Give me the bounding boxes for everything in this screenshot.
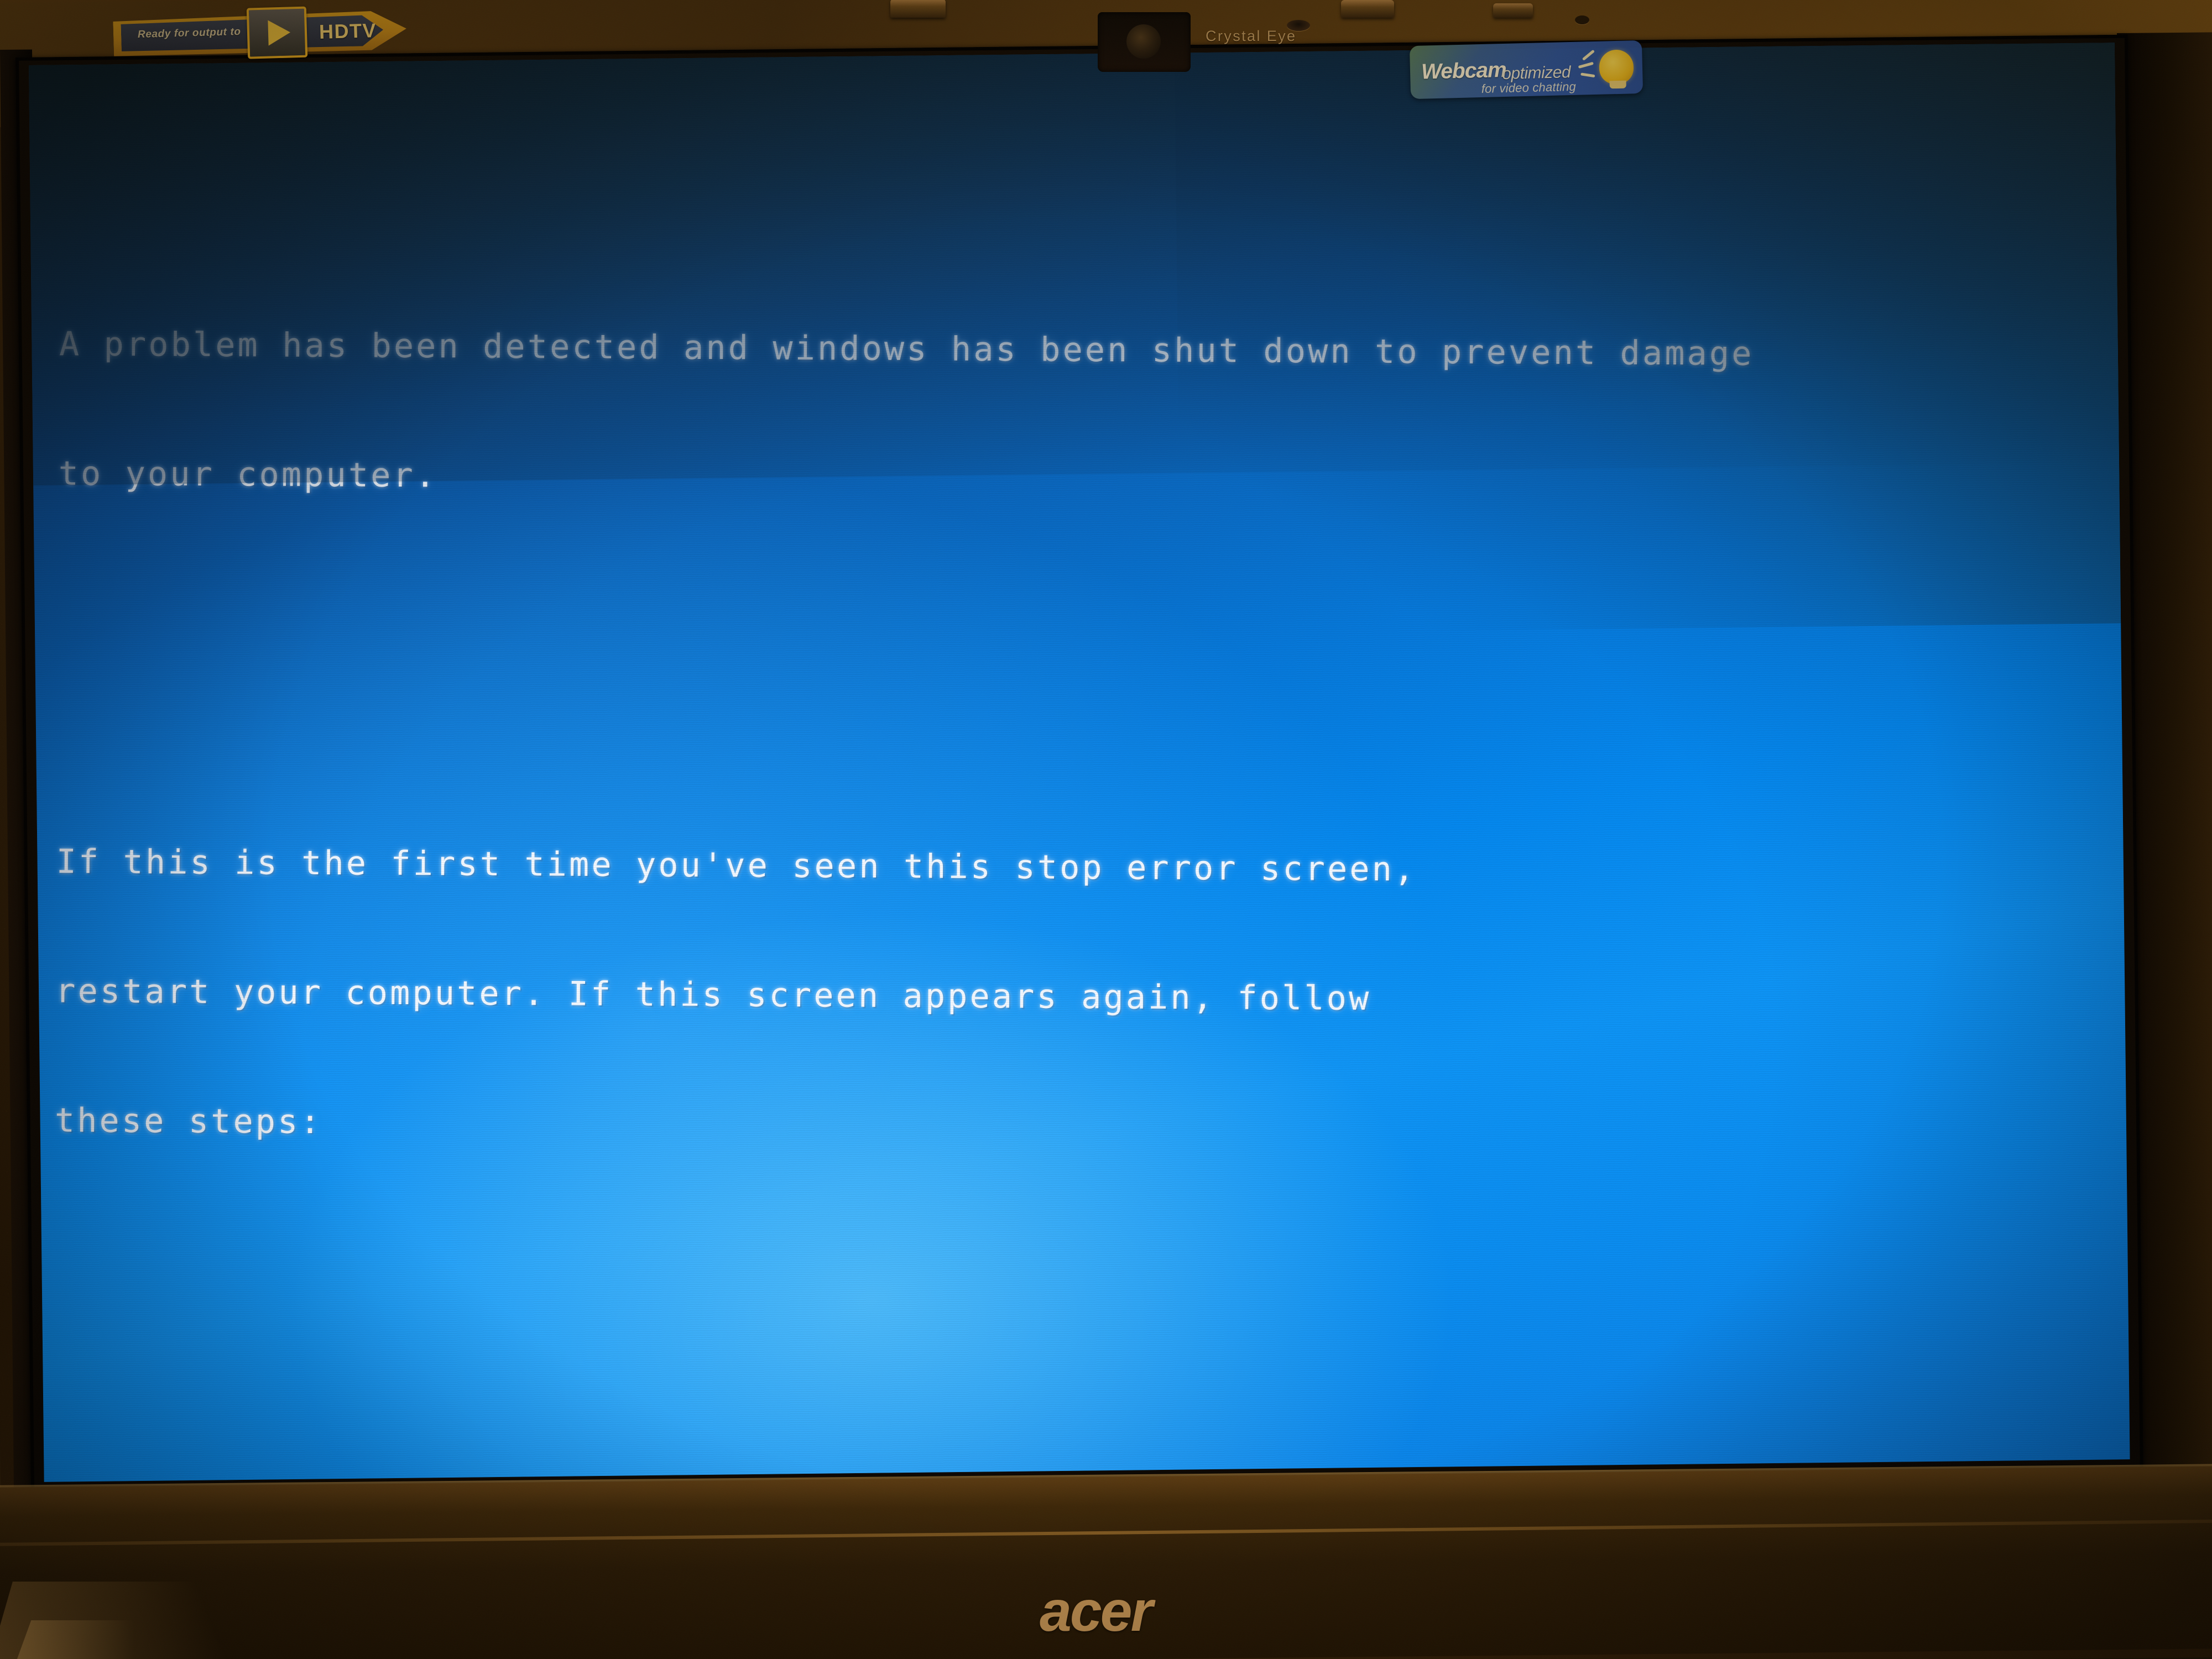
lightbulb-icon	[1599, 49, 1634, 85]
photo-scene: A problem has been detected and windows …	[0, 0, 2212, 1659]
bsod-paragraph-firsttime: If this is the first time you've seen th…	[54, 754, 2111, 1240]
lightbulb-base-icon	[1609, 80, 1626, 89]
bsod-line: to your computer.	[58, 454, 438, 495]
chassis-light-reflection-secondary	[13, 1620, 175, 1659]
bsod-line: If this is the first time you've seen th…	[56, 842, 1417, 889]
webcam-sticker-title: Webcam	[1421, 58, 1507, 84]
lightbulb-ray-icon	[1582, 49, 1595, 61]
hdtv-label: HDTV	[319, 19, 377, 44]
lightbulb-ray-icon	[1580, 72, 1595, 78]
bsod-paragraph-intro: A problem has been detected and windows …	[58, 236, 2114, 593]
bsod-line: restart your computer. If this screen ap…	[55, 972, 1371, 1019]
hdtv-sticker: Ready for output to HDTV	[113, 2, 408, 64]
lid-latch-right	[1341, 0, 1394, 18]
microphone-hole-secondary	[1575, 15, 1589, 24]
laptop-screen: A problem has been detected and windows …	[29, 43, 2130, 1482]
bsod-screen: A problem has been detected and windows …	[29, 65, 2115, 1482]
camera-lens-icon	[1126, 24, 1161, 59]
bsod-line: these steps:	[54, 1101, 323, 1142]
lid-latch-far-right	[1493, 3, 1533, 18]
lid-latch-left	[890, 0, 946, 18]
webcam-sticker-subtitle: for video chatting	[1481, 79, 1577, 96]
acer-brand-logo: acer	[1040, 1579, 1153, 1644]
play-triangle-icon	[246, 6, 308, 59]
lightbulb-ray-icon	[1578, 61, 1594, 69]
webcam-brand-label: Crystal Eye	[1206, 28, 1297, 44]
webcam-module	[1098, 12, 1191, 72]
play-triangle-glyph	[268, 19, 291, 46]
webcam-optimized-sticker: Webcam optimized for video chatting	[1409, 40, 1644, 100]
bsod-line: A problem has been detected and windows …	[59, 325, 1754, 373]
